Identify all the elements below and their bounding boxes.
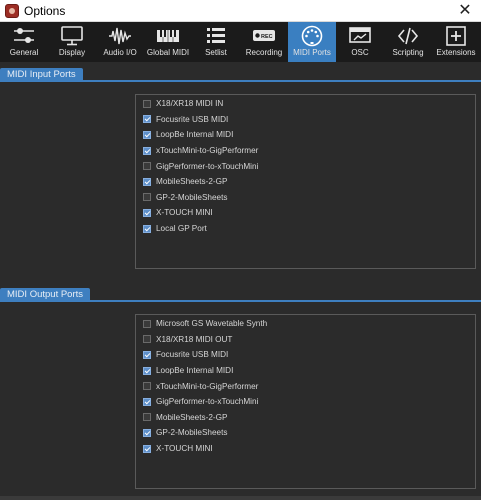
midi-din-icon	[300, 25, 324, 47]
tab-label: OSC	[351, 48, 369, 57]
input-port-row[interactable]: GP-2-MobileSheets	[136, 190, 475, 206]
port-name: Focusrite USB MIDI	[156, 114, 229, 124]
output-port-row[interactable]: xTouchMini-to-GigPerformer	[136, 378, 475, 394]
port-name: MobileSheets-2-GP	[156, 177, 228, 187]
input-port-row[interactable]: xTouchMini-to-GigPerformer	[136, 143, 475, 159]
port-name: Microsoft GS Wavetable Synth	[156, 319, 268, 329]
port-name: X-TOUCH MINI	[156, 444, 213, 454]
port-name: X18/XR18 MIDI IN	[156, 99, 224, 109]
port-checkbox[interactable]	[143, 382, 151, 391]
port-checkbox[interactable]	[143, 444, 151, 453]
port-name: xTouchMini-to-GigPerformer	[156, 381, 259, 391]
output-port-row[interactable]: X18/XR18 MIDI OUT	[136, 332, 475, 348]
bottom-divider	[0, 496, 481, 500]
port-checkbox[interactable]	[143, 350, 151, 359]
port-checkbox[interactable]	[143, 130, 151, 139]
tab-midi-ports[interactable]: MIDI Ports	[288, 22, 336, 62]
port-name: GP-2-MobileSheets	[156, 192, 228, 202]
output-port-row[interactable]: GP-2-MobileSheets	[136, 425, 475, 441]
list-icon	[204, 25, 228, 47]
midi-output-title: MIDI Output Ports	[0, 288, 91, 302]
tab-label: Global MIDI	[146, 48, 190, 57]
port-name: GigPerformer-to-xTouchMini	[156, 161, 259, 171]
tab-recording[interactable]: REC Recording	[240, 22, 288, 62]
port-checkbox[interactable]	[143, 335, 151, 344]
options-toolbar: General Display Audio I/O Global MIDI Se…	[0, 22, 481, 62]
midi-input-port-list: X18/XR18 MIDI IN Focusrite USB MIDI Loop…	[135, 94, 476, 269]
port-checkbox[interactable]	[143, 146, 151, 155]
input-port-row[interactable]: GigPerformer-to-xTouchMini	[136, 158, 475, 174]
output-port-row[interactable]: Microsoft GS Wavetable Synth	[136, 316, 475, 332]
tab-audio-io[interactable]: Audio I/O	[96, 22, 144, 62]
output-port-row[interactable]: Focusrite USB MIDI	[136, 347, 475, 363]
title-bar: Options ✕	[0, 0, 481, 22]
rec-icon: REC	[252, 25, 276, 47]
port-name: LoopBe Internal MIDI	[156, 130, 234, 140]
tab-label: Setlist	[205, 48, 227, 57]
port-name: Local GP Port	[156, 224, 207, 234]
output-port-row[interactable]: LoopBe Internal MIDI	[136, 363, 475, 379]
port-name: GigPerformer-to-xTouchMini	[156, 397, 259, 407]
port-checkbox[interactable]	[143, 397, 151, 406]
tab-global-midi[interactable]: Global MIDI	[144, 22, 192, 62]
window-title: Options	[24, 4, 66, 18]
port-name: xTouchMini-to-GigPerformer	[156, 146, 259, 156]
port-name: X18/XR18 MIDI OUT	[156, 334, 233, 344]
tab-osc[interactable]: OSC	[336, 22, 384, 62]
output-port-row[interactable]: GigPerformer-to-xTouchMini	[136, 394, 475, 410]
plus-icon	[444, 25, 468, 47]
osc-icon	[348, 25, 372, 47]
tab-label: MIDI Ports	[293, 48, 331, 57]
port-checkbox[interactable]	[143, 224, 151, 233]
rec-badge-text: REC	[261, 34, 273, 40]
input-port-row[interactable]: Local GP Port	[136, 221, 475, 237]
port-checkbox[interactable]	[143, 366, 151, 375]
port-name: MobileSheets-2-GP	[156, 412, 228, 422]
tab-label: Recording	[245, 48, 283, 57]
tab-label: Scripting	[392, 48, 424, 57]
keyboard-icon	[156, 25, 180, 47]
port-checkbox[interactable]	[143, 193, 151, 202]
input-port-row[interactable]: X-TOUCH MINI	[136, 205, 475, 221]
tab-label: General	[9, 48, 39, 57]
tab-extensions[interactable]: Extensions	[432, 22, 480, 62]
tab-display[interactable]: Display	[48, 22, 96, 62]
input-port-row[interactable]: X18/XR18 MIDI IN	[136, 96, 475, 112]
input-port-row[interactable]: Focusrite USB MIDI	[136, 112, 475, 128]
port-name: LoopBe Internal MIDI	[156, 366, 234, 376]
tab-scripting[interactable]: Scripting	[384, 22, 432, 62]
tab-label: Extensions	[436, 48, 476, 57]
port-checkbox[interactable]	[143, 413, 151, 422]
port-name: Focusrite USB MIDI	[156, 350, 229, 360]
input-port-row[interactable]: MobileSheets-2-GP	[136, 174, 475, 190]
port-name: GP-2-MobileSheets	[156, 428, 228, 438]
waveform-icon	[108, 25, 132, 47]
port-checkbox[interactable]	[143, 177, 151, 186]
tab-label: Display	[58, 48, 86, 57]
port-checkbox[interactable]	[143, 99, 151, 108]
port-name: X-TOUCH MINI	[156, 208, 213, 218]
port-checkbox[interactable]	[143, 115, 151, 124]
monitor-icon	[60, 25, 84, 47]
tab-general[interactable]: General	[0, 22, 48, 62]
output-port-row[interactable]: X-TOUCH MINI	[136, 441, 475, 457]
midi-output-section-header: MIDI Output Ports	[0, 288, 481, 302]
sliders-icon	[12, 25, 36, 47]
code-icon	[396, 25, 420, 47]
tab-setlist[interactable]: Setlist	[192, 22, 240, 62]
output-port-row[interactable]: MobileSheets-2-GP	[136, 410, 475, 426]
app-logo-icon	[5, 4, 19, 18]
port-checkbox[interactable]	[143, 162, 151, 171]
port-checkbox[interactable]	[143, 208, 151, 217]
close-button[interactable]: ✕	[455, 1, 475, 21]
midi-output-port-list: Microsoft GS Wavetable Synth X18/XR18 MI…	[135, 314, 476, 489]
midi-input-title: MIDI Input Ports	[0, 68, 83, 82]
input-port-row[interactable]: LoopBe Internal MIDI	[136, 127, 475, 143]
port-checkbox[interactable]	[143, 319, 151, 328]
tab-label: Audio I/O	[103, 48, 137, 57]
port-checkbox[interactable]	[143, 428, 151, 437]
midi-input-section-header: MIDI Input Ports	[0, 68, 481, 82]
